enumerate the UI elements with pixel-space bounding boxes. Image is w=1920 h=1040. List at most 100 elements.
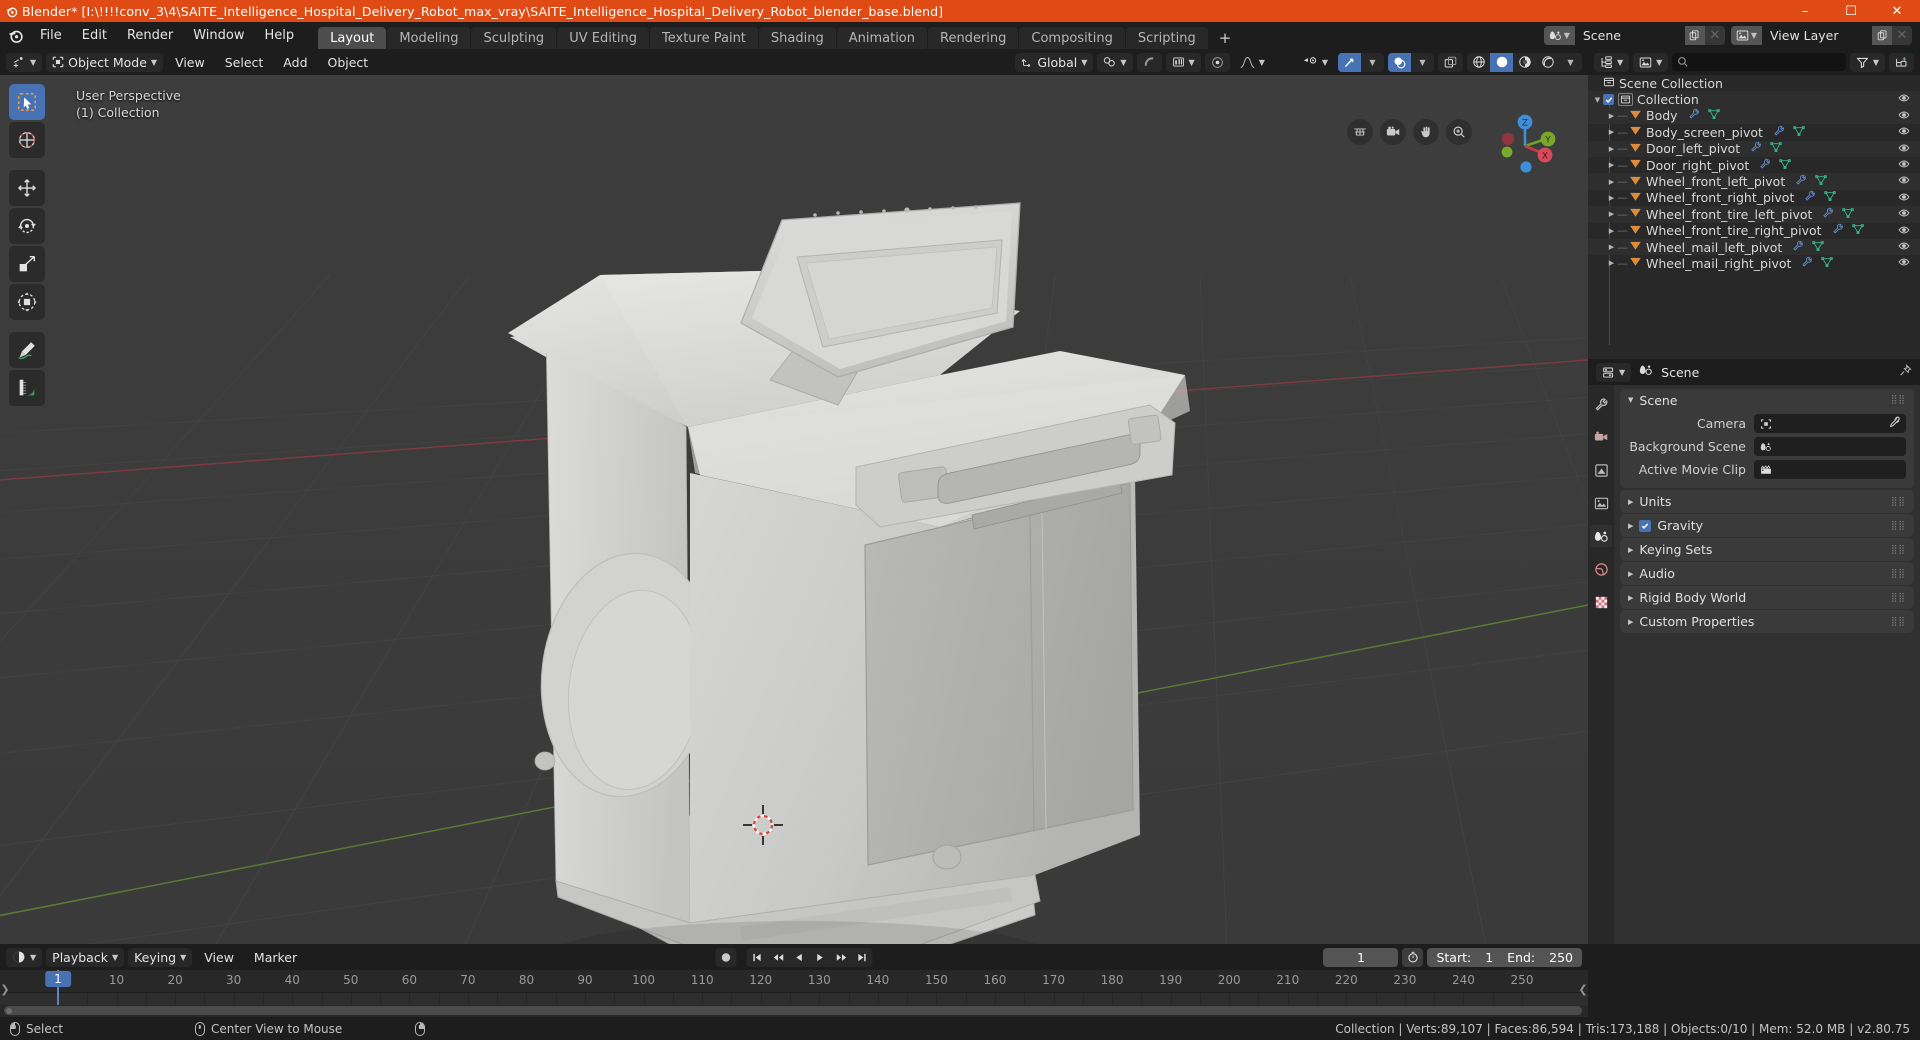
eyedropper-icon[interactable] <box>1888 416 1901 433</box>
mesh-data-icon[interactable] <box>1821 256 1834 271</box>
modifier-icon[interactable] <box>1750 141 1762 156</box>
outliner-filter-button[interactable]: ▼ <box>1849 52 1885 72</box>
expand-icon[interactable]: ▼ <box>1628 396 1633 404</box>
modifier-icon[interactable] <box>1804 190 1816 205</box>
add-workspace-button[interactable]: + <box>1209 27 1242 49</box>
menu-help[interactable]: Help <box>255 22 305 49</box>
proportional-editing-toggle[interactable] <box>1136 52 1162 72</box>
mesh-data-icon[interactable] <box>1779 158 1791 173</box>
close-button[interactable]: ✕ <box>1874 0 1920 22</box>
expand-icon[interactable]: ▶ <box>1606 112 1617 120</box>
timeline-editor-type-button[interactable]: ▼ <box>6 947 43 967</box>
scene-name[interactable]: Scene <box>1574 26 1685 45</box>
zoom-view-icon[interactable] <box>1446 119 1472 145</box>
visibility-eye-icon[interactable] <box>1898 240 1910 255</box>
outliner-item-body[interactable]: ▶ — Body <box>1588 107 1920 125</box>
modifier-icon[interactable] <box>1795 174 1807 189</box>
cursor-tool-icon[interactable] <box>9 122 45 158</box>
modifier-icon[interactable] <box>1792 240 1804 255</box>
visibility-eye-icon[interactable] <box>1898 191 1910 206</box>
world-properties-tab[interactable] <box>1590 558 1612 580</box>
outliner-item-wheel_front_tire_left_pivot[interactable]: ▶ — Wheel_front_tire_left_pivot <box>1588 206 1920 223</box>
jump-to-end-button[interactable] <box>851 947 873 967</box>
new-scene-button[interactable] <box>1684 26 1705 45</box>
timeline-marker-menu[interactable]: Marker <box>246 948 305 967</box>
expand-icon[interactable]: ▶ <box>1606 145 1617 153</box>
move-tool-icon[interactable] <box>9 170 45 206</box>
outliner-scene-collection-row[interactable]: Scene Collection <box>1588 75 1920 91</box>
grid-toggle-icon[interactable] <box>1347 119 1373 145</box>
timeline-track-area[interactable] <box>0 992 1588 1006</box>
tab-shading[interactable]: Shading <box>758 27 836 49</box>
outliner-item-door_right_pivot[interactable]: ▶ — Door_right_pivot <box>1588 157 1920 173</box>
tab-compositing[interactable]: Compositing <box>1019 27 1125 49</box>
mesh-data-icon[interactable] <box>1842 207 1855 222</box>
editor-type-button[interactable]: ▼ <box>6 52 43 72</box>
mesh-data-icon[interactable] <box>1851 223 1864 238</box>
visibility-eye-icon[interactable] <box>1898 224 1910 239</box>
annotate-tool-icon[interactable] <box>9 332 45 368</box>
frame-range-field[interactable]: Start: 1 End: 250 <box>1427 947 1582 967</box>
transform-orientation-selector[interactable]: Global ▼ <box>1015 52 1094 72</box>
visibility-eye-icon[interactable] <box>1898 207 1910 222</box>
modifier-icon[interactable] <box>1822 207 1834 222</box>
interaction-mode-selector[interactable]: Object Mode ▼ <box>46 52 164 72</box>
previous-keyframe-button[interactable] <box>767 947 789 967</box>
remove-view-layer-button[interactable]: ✕ <box>1892 26 1912 45</box>
menu-render[interactable]: Render <box>117 22 183 49</box>
visibility-eye-icon[interactable] <box>1898 125 1910 140</box>
measure-tool-icon[interactable] <box>9 370 45 406</box>
pin-icon[interactable] <box>1899 363 1912 381</box>
timeline-scroll-left-icon[interactable]: ❯ <box>0 978 10 1000</box>
timeline-keying-menu[interactable]: Keying ▼ <box>128 947 193 967</box>
outliner-item-door_left_pivot[interactable]: ▶ — Door_left_pivot <box>1588 140 1920 157</box>
play-button[interactable] <box>809 947 831 967</box>
transform-tool-icon[interactable] <box>9 284 45 320</box>
show-overlays-icon[interactable] <box>1388 52 1411 72</box>
show-gizmo-toggle[interactable]: ▼ <box>1297 53 1334 72</box>
unlink-scene-button[interactable]: ✕ <box>1704 26 1725 45</box>
use-preview-range-toggle[interactable] <box>1402 947 1424 967</box>
texture-properties-tab[interactable] <box>1590 591 1612 613</box>
mesh-data-icon[interactable] <box>1793 125 1805 140</box>
start-frame-value[interactable]: 1 <box>1485 950 1493 965</box>
pan-view-icon[interactable] <box>1413 119 1439 145</box>
properties-section-units[interactable]: ▶ Units ⣿⣿ <box>1620 490 1914 513</box>
properties-section-audio[interactable]: ▶ Audio ⣿⣿ <box>1620 562 1914 585</box>
shading-solid-button[interactable] <box>1490 52 1513 72</box>
view-axis-gizmo[interactable]: Z Y X <box>1488 109 1562 183</box>
jump-to-start-button[interactable] <box>746 947 768 967</box>
shading-wireframe-button[interactable] <box>1467 53 1490 72</box>
collection-expand-icon[interactable]: ▼ <box>1592 96 1603 104</box>
snapping-toggle[interactable]: ▼ <box>1097 52 1133 72</box>
visibility-eye-icon[interactable] <box>1898 158 1910 173</box>
minimize-button[interactable]: – <box>1782 0 1828 22</box>
background-scene-field[interactable] <box>1754 437 1906 456</box>
proportional-falloff-selector[interactable]: ▼ <box>1165 52 1201 72</box>
expand-icon[interactable]: ▶ <box>1606 194 1617 202</box>
falloff-curve-selector[interactable]: ▼ <box>1234 53 1271 72</box>
expand-icon[interactable]: ▶ <box>1628 594 1633 602</box>
viewport-menu-add[interactable]: Add <box>275 53 315 72</box>
tab-scripting[interactable]: Scripting <box>1125 27 1208 49</box>
auto-keying-toggle[interactable] <box>715 947 737 967</box>
mesh-data-icon[interactable] <box>1824 190 1837 205</box>
view-layer-selector[interactable]: ▼ View Layer ✕ <box>1730 26 1912 45</box>
outliner-item-wheel_mail_right_pivot[interactable]: ▶ — Wheel_mail_right_pivot <box>1588 255 1920 271</box>
mesh-data-icon[interactable] <box>1770 141 1782 156</box>
scale-tool-icon[interactable] <box>9 246 45 282</box>
outliner-display-mode-button[interactable]: ▼ <box>1633 52 1669 72</box>
tab-uv-editing[interactable]: UV Editing <box>557 27 650 49</box>
expand-icon[interactable]: ▶ <box>1628 618 1633 626</box>
scene-panel-header[interactable]: ▼ Scene ⣿⣿ <box>1620 389 1914 411</box>
rotate-tool-icon[interactable] <box>9 208 45 244</box>
visibility-eye-icon[interactable] <box>1898 256 1910 271</box>
expand-icon[interactable]: ▶ <box>1606 161 1617 169</box>
outliner-editor-type-button[interactable]: ▼ <box>1594 52 1630 72</box>
modifier-icon[interactable] <box>1759 158 1771 173</box>
visibility-eye-icon[interactable] <box>1898 142 1910 157</box>
visibility-eye-icon[interactable] <box>1898 174 1910 189</box>
modifier-icon[interactable] <box>1801 256 1813 271</box>
properties-section-keying-sets[interactable]: ▶ Keying Sets ⣿⣿ <box>1620 538 1914 561</box>
gizmo-dropdown-icon[interactable]: ▼ <box>1361 53 1384 72</box>
